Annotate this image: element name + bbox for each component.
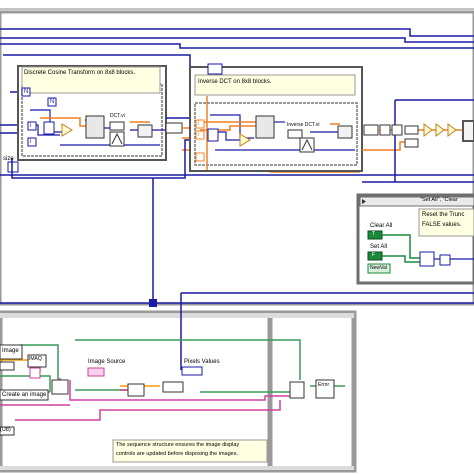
idct-i2-label: i bbox=[198, 132, 200, 138]
idct-vi-label: Inverse DCT.vi bbox=[287, 122, 320, 128]
dct-tunnel-node bbox=[165, 122, 183, 134]
new-val-label: NewVal bbox=[370, 265, 387, 271]
sequence-comment-2: controls are updated before disposing th… bbox=[116, 451, 238, 457]
dct-vi-label: DCT.vi bbox=[110, 113, 125, 119]
case-inner-node-2 bbox=[439, 254, 451, 266]
dct-replace-subset-node bbox=[137, 124, 153, 138]
dct-i2-label: i bbox=[30, 139, 32, 145]
to-u8-node-2 bbox=[391, 124, 403, 136]
size-label: size bbox=[3, 156, 14, 162]
clear-all-label: Clear All bbox=[370, 223, 393, 229]
case-inner-node bbox=[419, 251, 435, 267]
error-label: Error bbox=[318, 382, 330, 388]
case-selector-text[interactable]: "Set All", "Clear bbox=[420, 197, 458, 204]
image-name-const bbox=[0, 361, 15, 371]
wire-junction bbox=[149, 299, 157, 307]
pixels-values-label: Pixels Values bbox=[184, 359, 220, 365]
idct-vi-label-box bbox=[287, 129, 303, 139]
dct-array-subset-node bbox=[85, 115, 105, 139]
image-source-indicator bbox=[87, 367, 105, 377]
idct-caption: Inverse DCT on 8x8 blocks. bbox=[198, 79, 272, 85]
dct-n-label: N bbox=[24, 89, 29, 95]
dct-index-node bbox=[43, 121, 55, 135]
to-u8-node-1 bbox=[379, 124, 391, 136]
imaq-label: IMAQ bbox=[29, 356, 42, 362]
dct-inner-n-label: N bbox=[50, 99, 55, 105]
image-source-node bbox=[127, 383, 145, 397]
create-image-label: Create an image bbox=[2, 392, 47, 398]
pixels-values-indicator bbox=[181, 366, 203, 376]
sequence-comment-1: The sequence structure ensures the image… bbox=[116, 442, 240, 448]
size-control bbox=[7, 161, 19, 173]
set-all-label: Set All bbox=[370, 244, 388, 250]
idct-replace-subset-node bbox=[337, 125, 353, 139]
set-all-value: F bbox=[372, 252, 376, 258]
imaq-dispose-node bbox=[289, 381, 305, 399]
idct-array-subset-node bbox=[255, 115, 275, 139]
dct-vi-label-box bbox=[109, 121, 125, 131]
dbl-convert-node-1 bbox=[404, 125, 419, 135]
case-comment-1: Reset the Trunc bbox=[422, 212, 465, 218]
u8-label: (U8) bbox=[0, 427, 11, 433]
dbl-convert-node-2 bbox=[404, 138, 419, 148]
dct-caption: Discrete Cosine Transform on 8x8 blocks. bbox=[24, 70, 136, 76]
idct-caption-note bbox=[194, 74, 356, 96]
idct-size-const bbox=[207, 63, 223, 75]
image-label: Image bbox=[2, 348, 19, 354]
imaq-ref-node bbox=[29, 367, 41, 379]
idct-i-label: i bbox=[198, 121, 200, 127]
imaq-array-to-image-node bbox=[51, 379, 69, 395]
idct-left-tunnel bbox=[195, 152, 205, 162]
image-source-label: Image Source bbox=[88, 359, 126, 365]
clear-all-value: T bbox=[372, 231, 376, 237]
case-comment-2: FALSE values. bbox=[422, 222, 462, 228]
right-structure-edge bbox=[462, 120, 474, 142]
dct-i-label: i bbox=[30, 123, 32, 129]
idct-tunnel-node bbox=[363, 124, 379, 136]
idct-index-node bbox=[207, 128, 219, 142]
pixels-node bbox=[162, 381, 184, 393]
